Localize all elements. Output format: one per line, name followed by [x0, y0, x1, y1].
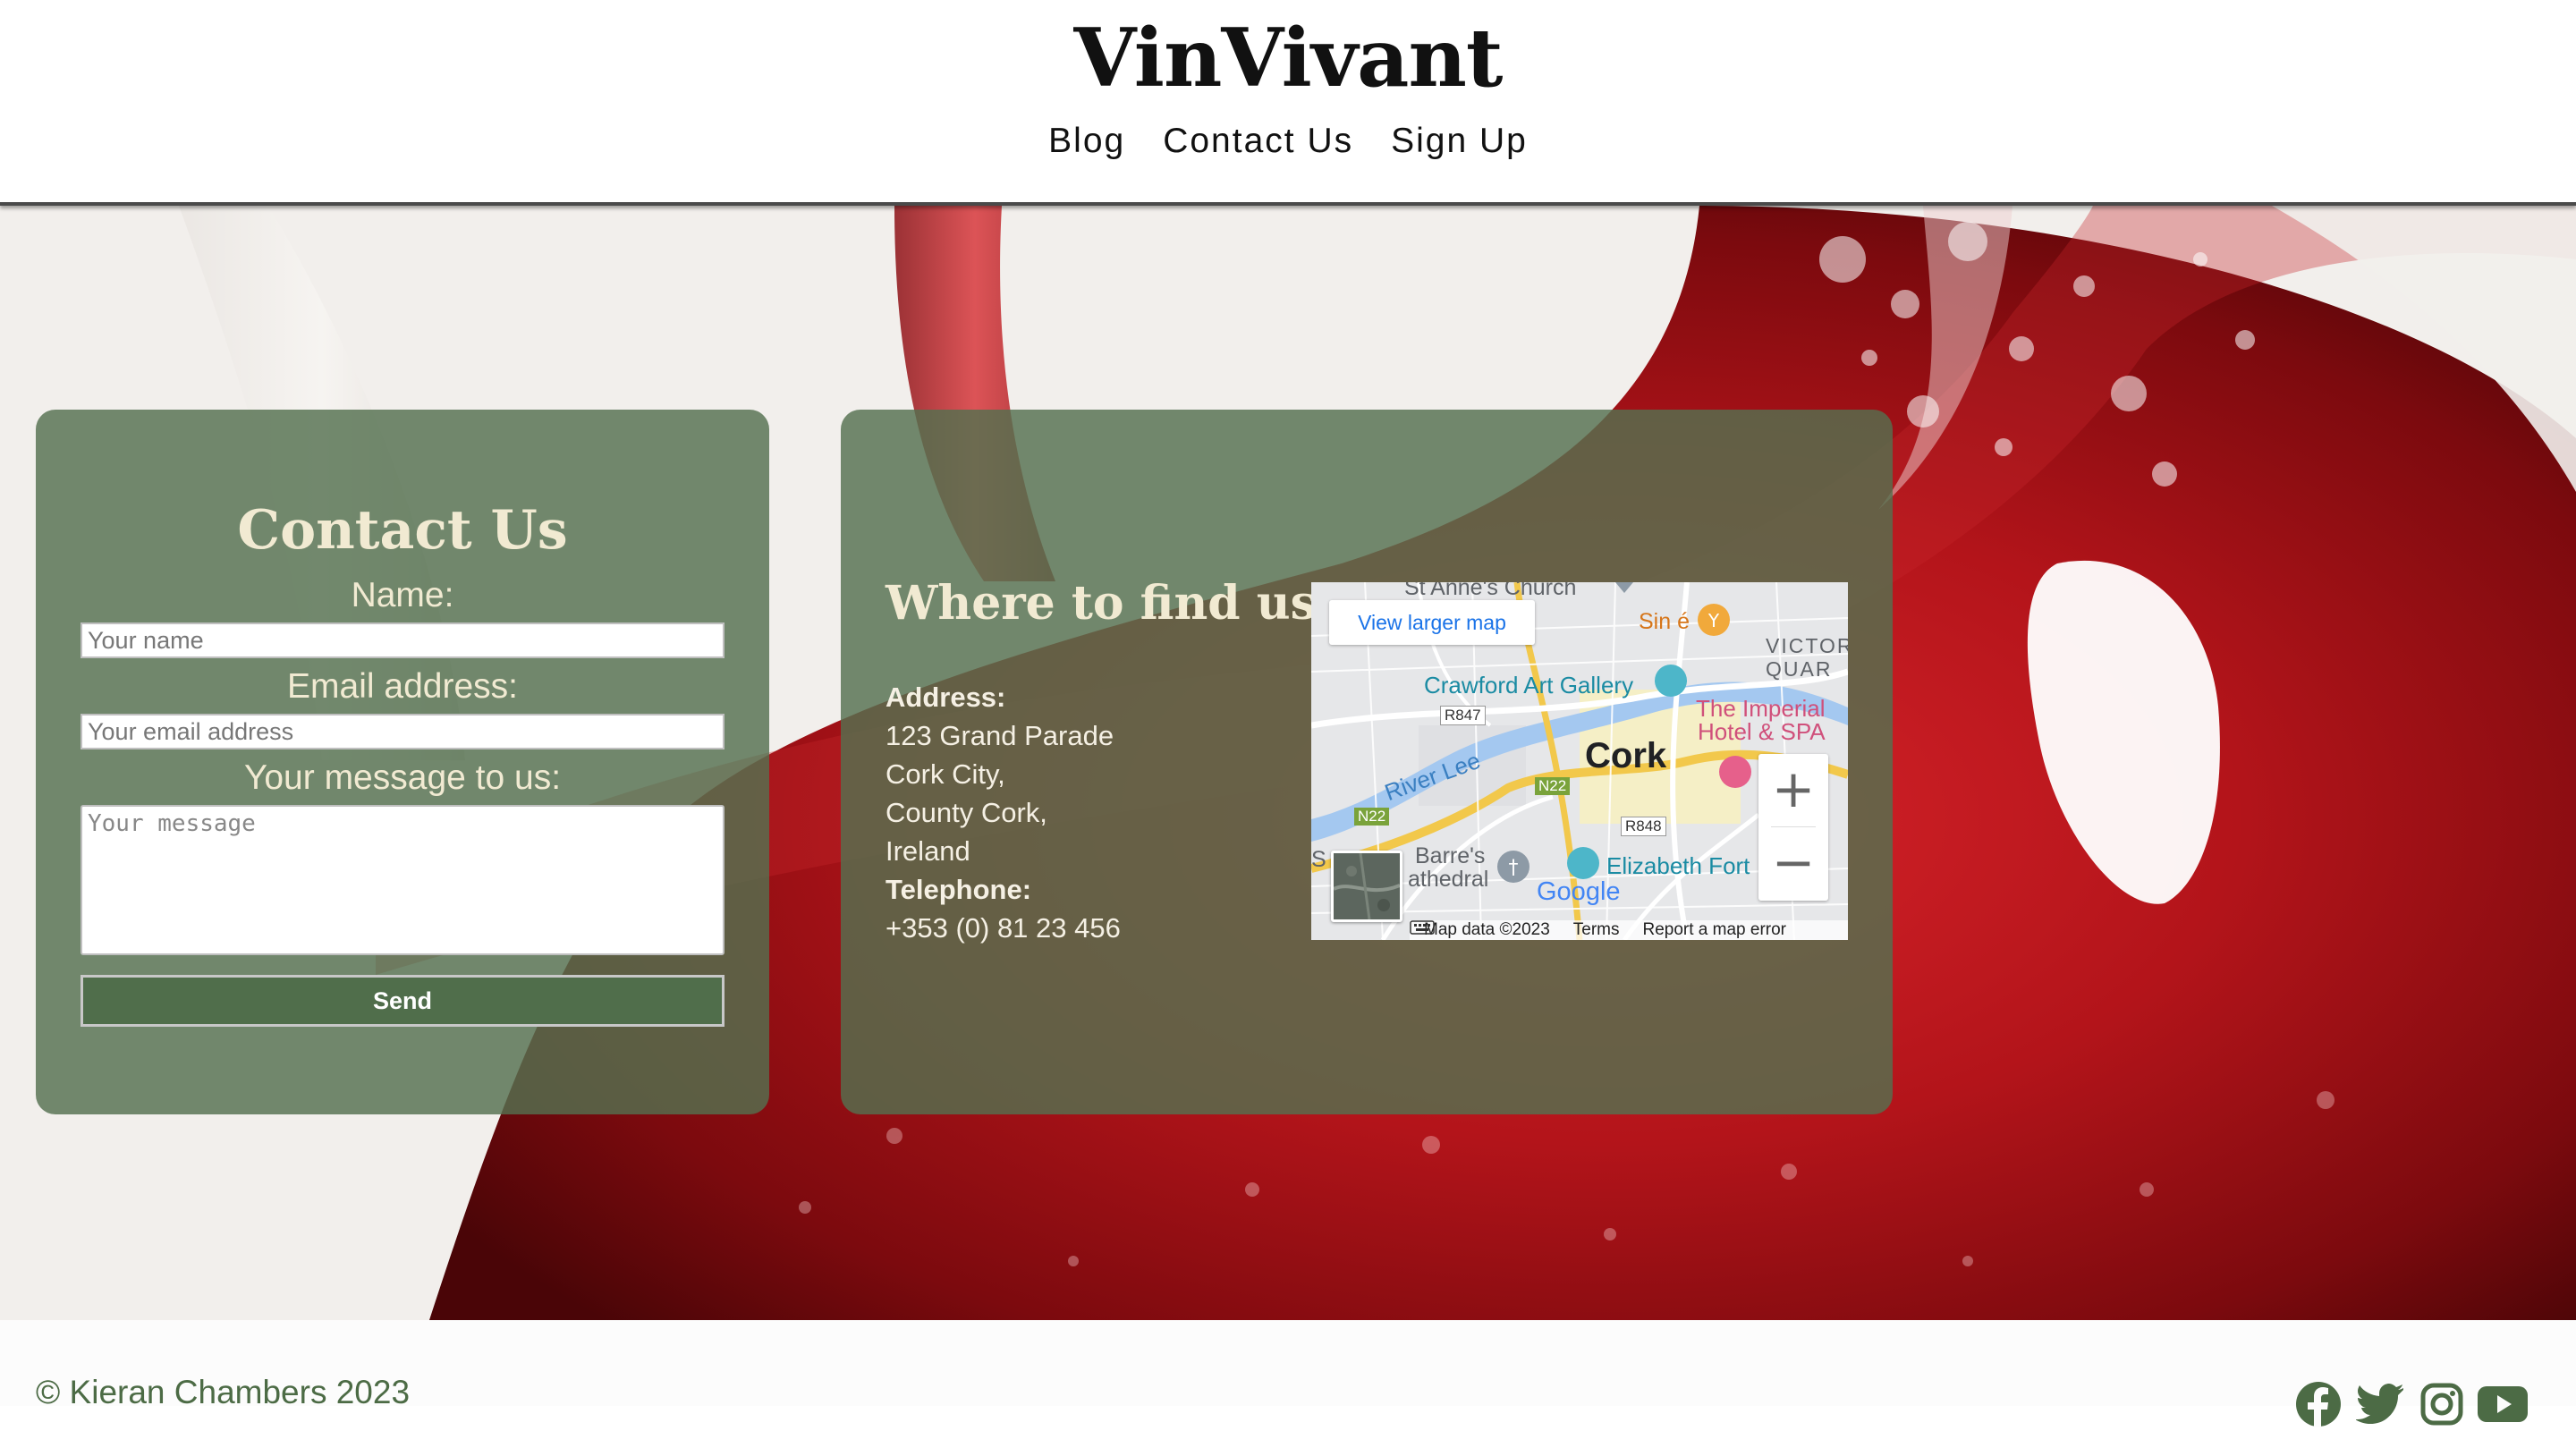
main-nav: Blog Contact Us Sign Up	[0, 122, 2576, 161]
zoom-in-button[interactable]: +	[1758, 754, 1828, 827]
map-terms-link[interactable]: Terms	[1573, 920, 1620, 940]
nav-link-blog[interactable]: Blog	[1048, 122, 1125, 161]
map-label-s: S	[1311, 847, 1326, 872]
address-line-4: Ireland	[886, 835, 970, 867]
name-input[interactable]: Your name	[80, 622, 724, 658]
find-us-title: Where to find us	[886, 576, 1317, 631]
map-label-cathedral-line1: Barre's	[1415, 843, 1486, 868]
map-road-r848: R848	[1621, 817, 1666, 836]
email-label: Email address:	[287, 667, 518, 706]
message-label: Your message to us:	[243, 758, 562, 797]
svg-text:†: †	[1509, 857, 1519, 879]
facebook-icon[interactable]	[2295, 1377, 2342, 1431]
message-textarea[interactable]: Your message	[80, 805, 724, 955]
site-footer: © Kieran Chambers 2023	[0, 1320, 2576, 1427]
address-line-2: Cork City,	[886, 758, 1005, 790]
telephone-label: Telephone:	[886, 874, 1032, 905]
map-data-attribution: Map data ©2023	[1424, 920, 1550, 939]
address-line-1: 123 Grand Parade	[886, 720, 1114, 751]
instagram-icon[interactable]	[2420, 1377, 2463, 1431]
svg-text:Y: Y	[1707, 610, 1720, 631]
satellite-toggle[interactable]	[1331, 851, 1402, 922]
map-road-n22-west: N22	[1354, 808, 1390, 826]
map-label-city: Cork	[1585, 736, 1667, 775]
email-input[interactable]: Your email address	[80, 714, 724, 749]
map-label-hotel-line2: Hotel & SPA	[1698, 718, 1826, 745]
contact-info: Address: 123 Grand Parade Cork City, Cou…	[886, 678, 1121, 947]
nav-link-contact-us[interactable]: Contact Us	[1163, 122, 1353, 161]
map-label-church: St Anne's Church	[1404, 582, 1577, 600]
map-label-cathedral-line2: athedral	[1408, 867, 1489, 892]
google-logo: Google	[1537, 877, 1621, 906]
address-label: Address:	[886, 682, 1006, 713]
zoom-out-button[interactable]: −	[1758, 827, 1828, 901]
map-label-quarter: QUAR	[1766, 657, 1833, 681]
contact-form-title: Contact Us	[237, 499, 568, 562]
map-road-n22-center: N22	[1535, 777, 1571, 795]
embedded-map[interactable]: Y † St Anne's Church Sin é VICTOR QUAR C…	[1311, 582, 1848, 940]
map-road-r847: R847	[1440, 706, 1486, 725]
hero-section: Contact Us Name: Your name Email address…	[0, 206, 2576, 1320]
map-label-sine: Sin é	[1639, 609, 1690, 634]
keyboard-shortcuts-icon[interactable]	[1410, 920, 1435, 935]
find-us-panel: Where to find us Address: 123 Grand Para…	[841, 410, 1893, 1114]
report-map-error-link[interactable]: Report a map error	[1643, 920, 1787, 940]
site-logo[interactable]: VinVivant	[0, 11, 2576, 106]
contact-form-panel: Contact Us Name: Your name Email address…	[36, 410, 769, 1114]
map-attribution-bar: Map data ©2023 Terms Report a map error	[1410, 920, 1848, 940]
map-label-victoria: VICTOR	[1766, 634, 1848, 657]
map-label-gallery: Crawford Art Gallery	[1424, 672, 1634, 699]
satellite-thumbnail-icon	[1334, 853, 1400, 919]
nav-link-sign-up[interactable]: Sign Up	[1391, 122, 1528, 161]
site-header: VinVivant Blog Contact Us Sign Up	[0, 0, 2576, 206]
view-larger-map-link[interactable]: View larger map	[1329, 600, 1535, 645]
address-line-3: County Cork,	[886, 797, 1047, 828]
telephone-number: +353 (0) 81 23 456	[886, 912, 1121, 944]
name-label: Name:	[351, 576, 454, 614]
send-button[interactable]: Send	[80, 975, 724, 1027]
youtube-icon[interactable]	[2478, 1377, 2528, 1431]
twitter-icon[interactable]	[2356, 1377, 2404, 1431]
map-zoom-controls: + −	[1758, 754, 1828, 901]
map-label-fort: Elizabeth Fort	[1606, 852, 1750, 879]
